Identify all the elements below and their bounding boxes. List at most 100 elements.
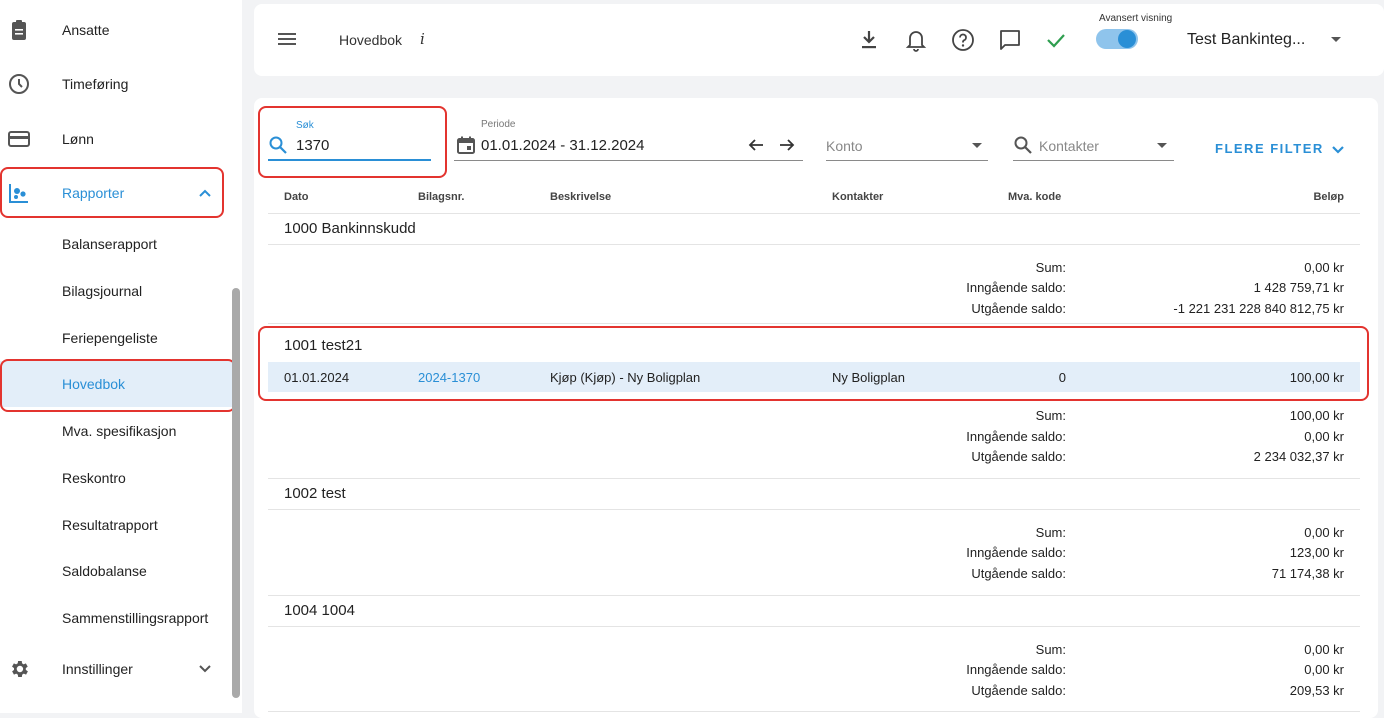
sidebar-item-ansatte[interactable]: Ansatte bbox=[0, 5, 222, 55]
sidebar-subitem-label: Sammenstillingsrapport bbox=[62, 610, 209, 626]
calendar-icon[interactable] bbox=[456, 135, 476, 160]
row-voucher-link[interactable]: 2024-1370 bbox=[418, 370, 480, 385]
chevron-down-icon bbox=[1332, 145, 1344, 154]
sidebar-scrollbar[interactable] bbox=[232, 288, 240, 698]
sidebar-subitem-sammenstillingsrapport[interactable]: Sammenstillingsrapport bbox=[0, 595, 236, 641]
chat-icon[interactable] bbox=[997, 27, 1023, 53]
sidebar-subitem-label: Mva. spesifikasjon bbox=[62, 423, 177, 439]
search-input[interactable]: 1370 bbox=[296, 137, 329, 154]
opening-balance-value: 123,00 kr bbox=[1289, 545, 1344, 560]
sidebar-subitem-reskontro[interactable]: Reskontro bbox=[0, 455, 236, 501]
info-icon[interactable]: i bbox=[420, 30, 425, 48]
sidebar-item-label: Rapporter bbox=[62, 185, 125, 201]
search-label: Søk bbox=[296, 120, 314, 131]
clock-icon bbox=[8, 73, 30, 95]
menu-icon[interactable] bbox=[276, 28, 298, 50]
row-description: Kjøp (Kjøp) - Ny Boligplan bbox=[550, 370, 701, 385]
sidebar-subitem-label: Balanserapport bbox=[62, 236, 157, 252]
bell-icon[interactable] bbox=[903, 27, 929, 53]
contacts-select[interactable]: Kontakter bbox=[1039, 138, 1099, 154]
main-content: Søk 1370 Periode 01.01.2024 - 31.12.2024… bbox=[254, 98, 1378, 718]
sidebar-item-label: Timeføring bbox=[62, 76, 129, 92]
closing-balance-value: 71 174,38 kr bbox=[1271, 566, 1344, 581]
sum-label: Sum: bbox=[1035, 525, 1066, 540]
more-filters-button[interactable]: FLERE FILTER bbox=[1215, 141, 1345, 156]
sidebar: Ansatte Timeføring Lønn Rapporter Balans… bbox=[0, 0, 242, 713]
sidebar-subitem-label: Bilagsjournal bbox=[62, 283, 143, 299]
arrow-right-icon[interactable] bbox=[779, 138, 795, 157]
advanced-view-label: Avansert visning bbox=[1099, 13, 1173, 24]
column-header-amount[interactable]: Beløp bbox=[1313, 191, 1344, 203]
arrow-left-icon[interactable] bbox=[748, 138, 764, 157]
search-icon bbox=[268, 135, 288, 160]
period-label: Periode bbox=[481, 119, 516, 130]
sidebar-item-label: Innstillinger bbox=[62, 661, 133, 677]
gear-icon bbox=[8, 658, 30, 680]
sum-label: Sum: bbox=[1035, 408, 1066, 423]
caret-down-icon[interactable] bbox=[972, 143, 982, 148]
sum-value: 0,00 kr bbox=[1304, 260, 1344, 275]
search-icon bbox=[1013, 135, 1033, 160]
sum-value: 0,00 kr bbox=[1304, 642, 1344, 657]
sidebar-subitem-balanserapport[interactable]: Balanserapport bbox=[0, 221, 236, 267]
chevron-down-icon bbox=[198, 662, 212, 677]
advanced-view-toggle[interactable] bbox=[1096, 29, 1138, 49]
sidebar-subitem-resultatrapport[interactable]: Resultatrapport bbox=[0, 502, 236, 548]
group-title: 1002 test bbox=[284, 485, 346, 502]
opening-balance-value: 0,00 kr bbox=[1304, 429, 1344, 444]
opening-balance-value: 1 428 759,71 kr bbox=[1253, 280, 1344, 295]
top-bar: Hovedbok i Avansert visning Test Bankint… bbox=[254, 4, 1384, 76]
caret-down-icon[interactable] bbox=[1157, 143, 1167, 148]
sidebar-subitem-feriepengeliste[interactable]: Feriepengeliste bbox=[0, 315, 236, 361]
caret-down-icon[interactable] bbox=[1331, 37, 1341, 42]
period-input[interactable]: 01.01.2024 - 31.12.2024 bbox=[481, 137, 644, 154]
check-icon[interactable] bbox=[1043, 27, 1069, 53]
sidebar-subitem-bilagsjournal[interactable]: Bilagsjournal bbox=[0, 268, 236, 314]
group-title: 1004 1004 bbox=[284, 602, 355, 619]
sidebar-subitem-hovedbok[interactable]: Hovedbok bbox=[0, 361, 236, 407]
sidebar-subitem-label: Saldobalanse bbox=[62, 563, 147, 579]
help-icon[interactable] bbox=[950, 27, 976, 53]
more-filters-label: FLERE FILTER bbox=[1215, 141, 1324, 156]
row-vat: 0 bbox=[1058, 370, 1066, 385]
sidebar-item-label: Ansatte bbox=[62, 22, 110, 38]
badge-icon bbox=[8, 19, 30, 41]
sidebar-item-lonn[interactable]: Lønn bbox=[0, 114, 222, 164]
sidebar-subitem-label: Reskontro bbox=[62, 470, 126, 486]
column-header-vat[interactable]: Mva. kode bbox=[1008, 191, 1061, 203]
sidebar-item-timeforing[interactable]: Timeføring bbox=[0, 59, 222, 109]
chevron-up-icon bbox=[198, 186, 212, 201]
row-amount: 100,00 kr bbox=[1289, 370, 1344, 385]
company-selector[interactable]: Test Bankinteg... bbox=[1187, 31, 1305, 49]
group-title: 1001 test21 bbox=[284, 337, 363, 354]
column-header-description[interactable]: Beskrivelse bbox=[550, 191, 611, 203]
closing-balance-label: Utgående saldo: bbox=[971, 566, 1066, 581]
sidebar-subitem-label: Resultatrapport bbox=[62, 517, 158, 533]
sidebar-item-innstillinger[interactable]: Innstillinger bbox=[0, 644, 222, 694]
sidebar-subitem-mva-spesifikasjon[interactable]: Mva. spesifikasjon bbox=[0, 408, 236, 454]
column-header-date[interactable]: Dato bbox=[284, 191, 308, 203]
account-select[interactable]: Konto bbox=[826, 138, 863, 154]
sum-label: Sum: bbox=[1035, 260, 1066, 275]
sidebar-item-label: Lønn bbox=[62, 131, 94, 147]
row-contact: Ny Boligplan bbox=[832, 370, 905, 385]
closing-balance-value: -1 221 231 228 840 812,75 kr bbox=[1173, 301, 1344, 316]
sum-value: 0,00 kr bbox=[1304, 525, 1344, 540]
sum-value: 100,00 kr bbox=[1289, 408, 1344, 423]
download-icon[interactable] bbox=[856, 27, 882, 53]
sidebar-subitem-label: Feriepengeliste bbox=[62, 330, 158, 346]
sidebar-subitem-saldobalanse[interactable]: Saldobalanse bbox=[0, 548, 236, 594]
column-header-voucher[interactable]: Bilagsnr. bbox=[418, 191, 464, 203]
opening-balance-value: 0,00 kr bbox=[1304, 662, 1344, 677]
row-date: 01.01.2024 bbox=[284, 370, 350, 385]
opening-balance-label: Inngående saldo: bbox=[966, 280, 1066, 295]
closing-balance-label: Utgående saldo: bbox=[971, 301, 1066, 316]
group-title: 1000 Bankinnskudd bbox=[284, 220, 416, 237]
column-header-contacts[interactable]: Kontakter bbox=[832, 191, 883, 203]
page-title: Hovedbok bbox=[339, 32, 403, 48]
closing-balance-value: 209,53 kr bbox=[1289, 683, 1344, 698]
sidebar-item-rapporter[interactable]: Rapporter bbox=[0, 168, 222, 218]
reports-icon bbox=[8, 182, 30, 204]
opening-balance-label: Inngående saldo: bbox=[966, 429, 1066, 444]
opening-balance-label: Inngående saldo: bbox=[966, 662, 1066, 677]
